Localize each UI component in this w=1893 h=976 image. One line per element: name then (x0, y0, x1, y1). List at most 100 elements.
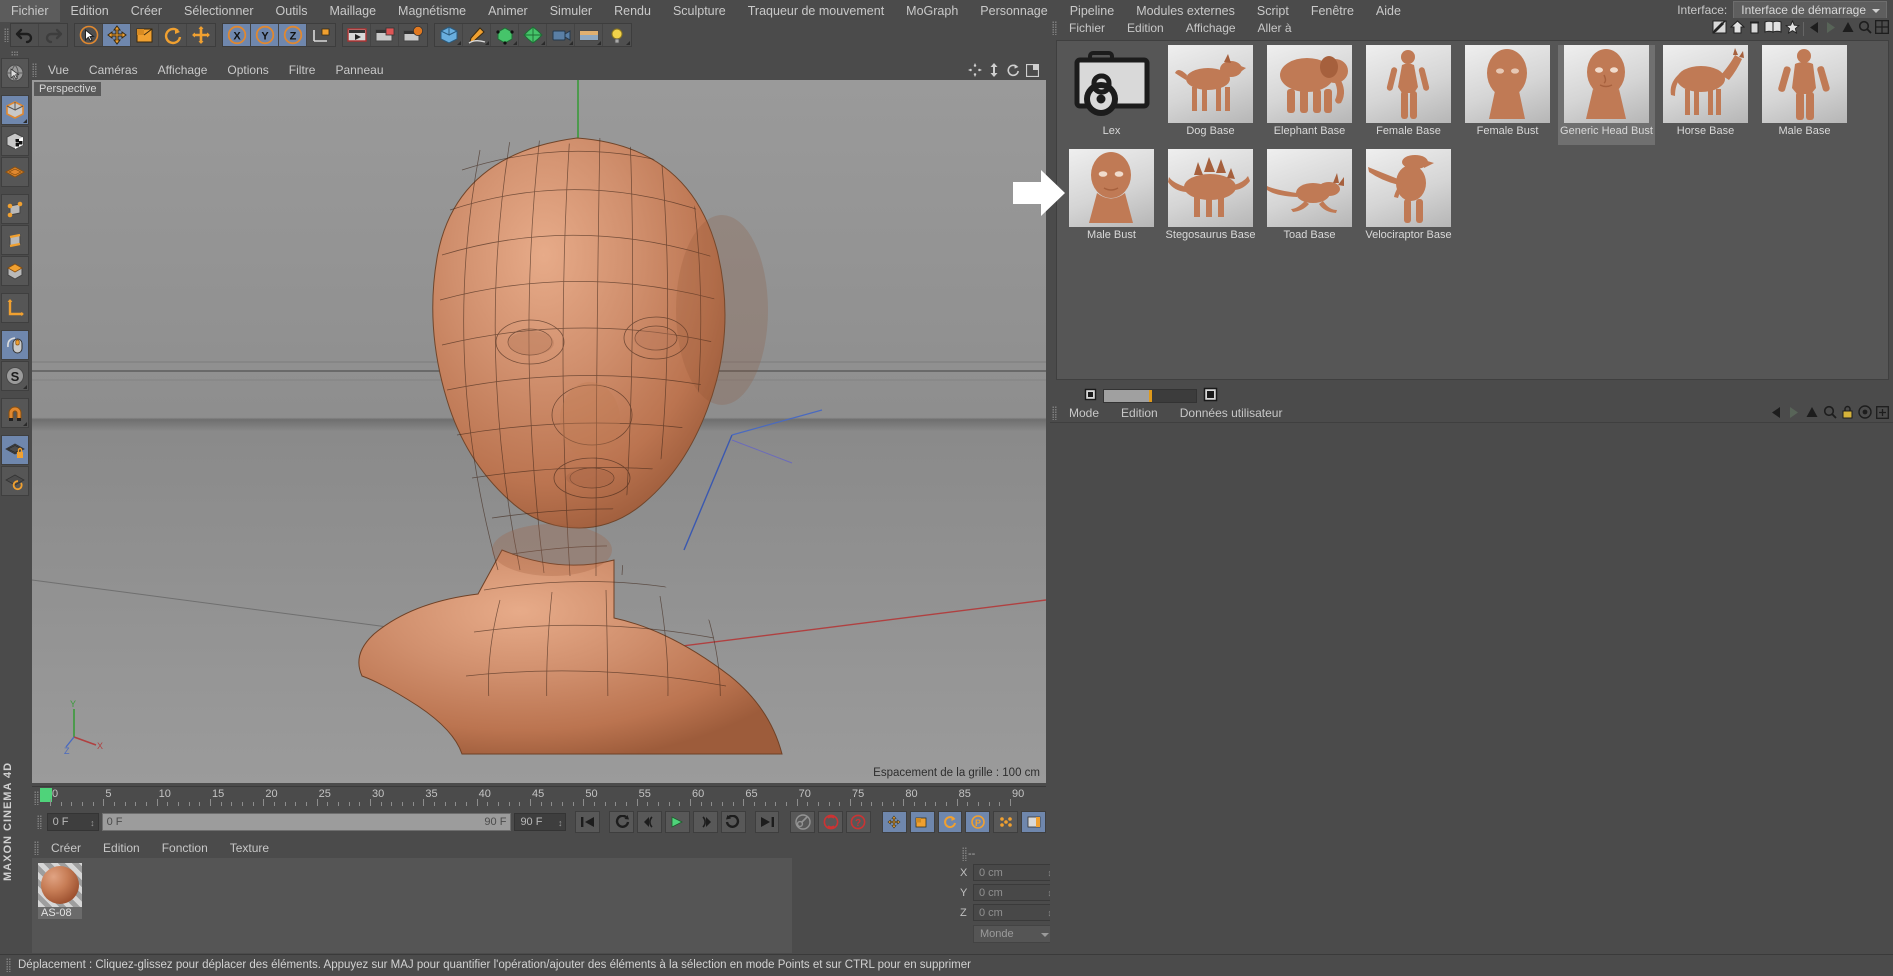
content-browser-item[interactable]: Velociraptor Base (1360, 149, 1457, 249)
trash-icon[interactable] (1748, 20, 1761, 37)
play-button[interactable] (664, 811, 690, 833)
left-toolbar-grip[interactable] (11, 48, 19, 58)
favorite-icon[interactable] (1785, 19, 1800, 37)
cb-menu-aller-a[interactable]: Aller à (1247, 18, 1303, 38)
content-browser-item[interactable]: Dog Base (1162, 45, 1259, 145)
menu-edition[interactable]: Edition (60, 0, 120, 22)
pos-x-input[interactable]: 0 cm (973, 864, 1055, 881)
polygons-mode-button[interactable] (1, 256, 29, 286)
menu-personnage[interactable]: Personnage (969, 0, 1058, 22)
viewport-menu-options[interactable]: Options (217, 60, 278, 80)
previous-keyframe-button[interactable] (609, 811, 635, 833)
content-browser-item[interactable]: Male Base (1756, 45, 1853, 145)
timeline-grip[interactable] (32, 787, 40, 809)
keyframe-selection-button[interactable] (1021, 811, 1046, 833)
scale-tool[interactable] (131, 24, 159, 46)
record-scale-button[interactable] (909, 811, 935, 833)
edges-mode-button[interactable] (1, 225, 29, 255)
viewport-grip[interactable] (30, 59, 38, 81)
menu-rendu[interactable]: Rendu (603, 0, 662, 22)
add-primitive-button[interactable] (435, 24, 463, 46)
menu-magnetisme[interactable]: Magnétisme (387, 0, 477, 22)
viewport-menu-cameras[interactable]: Caméras (79, 60, 148, 80)
autokey-toggle[interactable] (790, 811, 816, 833)
content-browser-item[interactable]: Male Bust (1063, 149, 1160, 249)
generator-button[interactable] (491, 24, 519, 46)
timeline-ruler[interactable]: 0 5 10 15 20 25 30 35 40 45 50 55 60 65 70 75 80 85 90 (32, 786, 1214, 809)
grid-view-icon[interactable] (1874, 19, 1890, 37)
rotate-view-icon[interactable] (1006, 63, 1020, 80)
go-to-start-button[interactable] (575, 811, 601, 833)
record-position-button[interactable] (881, 811, 907, 833)
viewport-solo-button[interactable] (1, 157, 29, 187)
search-icon[interactable] (1823, 405, 1837, 422)
environment-button[interactable] (575, 24, 603, 46)
material-item[interactable]: AS-08 (38, 863, 82, 919)
toolbar-grip[interactable] (2, 24, 10, 46)
cb-menu-edition[interactable]: Edition (1116, 18, 1175, 38)
coordinate-system-dropdown[interactable]: Monde (973, 924, 1055, 943)
content-browser-item[interactable]: Stegosaurus Base (1162, 149, 1259, 249)
am-menu-donnees-utilisateur[interactable]: Données utilisateur (1169, 403, 1294, 423)
menu-animer[interactable]: Animer (477, 0, 539, 22)
content-browser-item[interactable]: Female Bust (1459, 45, 1556, 145)
menu-mograph[interactable]: MoGraph (895, 0, 969, 22)
pos-y-input[interactable]: 0 cm (973, 884, 1055, 901)
content-browser-item[interactable]: Lex (1063, 45, 1160, 145)
edit-icon[interactable] (1712, 20, 1727, 37)
cb-menu-fichier[interactable]: Fichier (1058, 18, 1116, 38)
attribute-manager-body[interactable] (1050, 424, 1893, 954)
head-model[interactable] (32, 80, 1046, 783)
am-menu-edition[interactable]: Edition (1110, 403, 1169, 423)
go-to-end-button[interactable] (754, 811, 780, 833)
object-axis-button[interactable] (1, 293, 29, 323)
content-browser-item[interactable]: Elephant Base (1261, 45, 1358, 145)
menu-sculpture[interactable]: Sculpture (662, 0, 737, 22)
record-button[interactable] (818, 811, 844, 833)
lock-icon[interactable] (1841, 405, 1854, 422)
expand-icon[interactable] (1876, 405, 1889, 422)
keyframe-help-button[interactable]: ? (846, 811, 871, 833)
render-region-button[interactable] (371, 24, 399, 46)
cb-menu-affichage[interactable]: Affichage (1175, 18, 1247, 38)
menu-simuler[interactable]: Simuler (539, 0, 603, 22)
interface-dropdown[interactable]: Interface de démarrage (1733, 1, 1887, 19)
content-browser-item[interactable]: Horse Base (1657, 45, 1754, 145)
next-keyframe-button[interactable] (720, 811, 746, 833)
points-mode-button[interactable] (1, 194, 29, 224)
menu-maillage[interactable]: Maillage (318, 0, 387, 22)
record-parameter-button[interactable]: P (965, 811, 991, 833)
selection-tool[interactable] (75, 24, 103, 46)
pan-icon[interactable] (968, 63, 982, 80)
am-menu-mode[interactable]: Mode (1058, 403, 1110, 423)
pos-z-input[interactable]: 0 cm (973, 904, 1055, 921)
undo-button[interactable] (11, 24, 39, 46)
coordinates-grip[interactable] (960, 843, 968, 865)
back-icon[interactable] (1807, 21, 1821, 37)
move-mouse-tool[interactable] (1, 330, 29, 360)
deformer-button[interactable] (519, 24, 547, 46)
catalog-icon[interactable] (1764, 20, 1782, 37)
workplane-lock-button[interactable] (1, 435, 29, 465)
viewport-menu-affichage[interactable]: Affichage (148, 60, 218, 80)
material-menu-edition[interactable]: Edition (92, 838, 151, 858)
menu-creer[interactable]: Créer (120, 0, 173, 22)
sculpt-symmetry-button[interactable]: S (1, 361, 29, 391)
content-browser-grip[interactable] (1050, 17, 1058, 39)
content-browser-item[interactable]: Generic Head Bust (1558, 45, 1655, 145)
perspective-viewport[interactable]: Perspective Y X Z Espacement de la grill… (32, 80, 1046, 783)
up-icon[interactable] (1841, 21, 1855, 37)
attribute-manager-grip[interactable] (1050, 402, 1058, 424)
redo-button[interactable] (39, 24, 67, 46)
preview-end-input[interactable]: 90 F (514, 813, 567, 832)
thumbnail-size-slider[interactable] (1103, 389, 1197, 403)
material-menu-fonction[interactable]: Fonction (151, 838, 219, 858)
render-settings-button[interactable] (399, 24, 427, 46)
step-forward-button[interactable] (692, 811, 718, 833)
spline-pen-button[interactable] (463, 24, 491, 46)
menu-fichier[interactable]: Fichier (0, 0, 60, 22)
lock-z-button[interactable]: Z (279, 24, 307, 46)
material-menu-texture[interactable]: Texture (219, 838, 280, 858)
back-icon[interactable] (1769, 406, 1783, 422)
material-menu-creer[interactable]: Créer (40, 838, 92, 858)
